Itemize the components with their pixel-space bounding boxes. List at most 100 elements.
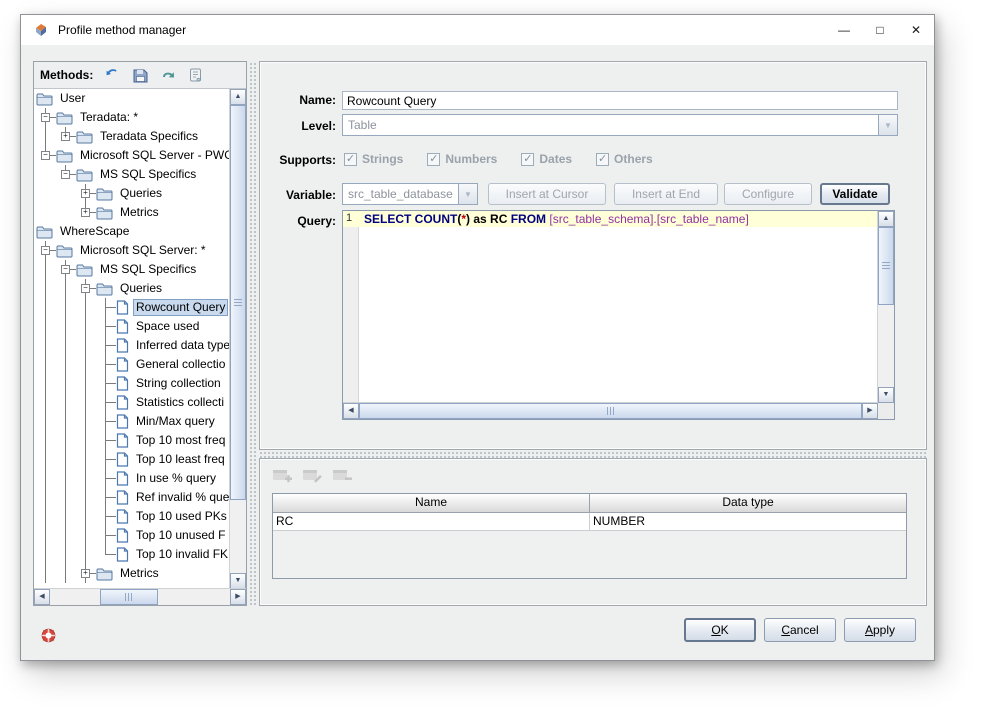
scrollbar-thumb[interactable] [359, 403, 862, 419]
tree-item[interactable]: + Teradata Specifics [34, 127, 230, 146]
insert-at-end-button[interactable]: Insert at End [614, 183, 718, 205]
supports-option: ✓ Strings [344, 152, 403, 166]
tree-guide [36, 564, 56, 583]
tree-item[interactable]: Top 10 unused F [34, 526, 230, 545]
tree-item[interactable]: − Microsoft SQL Server: * [34, 241, 230, 260]
tree-item[interactable]: − MS SQL Specifics [34, 260, 230, 279]
minimize-button[interactable]: — [826, 15, 862, 45]
help-icon[interactable] [39, 626, 58, 645]
split-divider-horizontal[interactable] [259, 451, 927, 458]
remove-column-button[interactable] [332, 468, 354, 485]
tree-item[interactable]: WhereScape [34, 222, 230, 241]
tree-item[interactable]: Inferred data type [34, 336, 230, 355]
table-row[interactable]: RC NUMBER [273, 513, 906, 531]
tree-item[interactable]: Statistics collecti [34, 393, 230, 412]
tree-guide [36, 526, 56, 545]
tree-item[interactable]: Top 10 most freq [34, 431, 230, 450]
scroll-up-button[interactable]: ▲ [878, 211, 894, 227]
scroll-up-button[interactable]: ▲ [230, 89, 246, 105]
expand-handle[interactable]: + [61, 132, 70, 141]
tree-item[interactable]: Top 10 used PKs [34, 507, 230, 526]
save-button[interactable] [131, 66, 149, 84]
query-editor[interactable]: 1 SELECT COUNT(*) as RC FROM [src_table_… [342, 210, 895, 420]
collapse-handle[interactable]: − [41, 113, 50, 122]
undo-button[interactable] [159, 66, 177, 84]
tree-elbow: − [56, 165, 76, 184]
expand-handle[interactable]: + [81, 208, 90, 217]
collapse-handle[interactable]: − [81, 284, 90, 293]
maximize-button[interactable]: □ [862, 15, 898, 45]
tree-item[interactable]: Top 10 invalid FK [34, 545, 230, 564]
collapse-handle[interactable]: − [41, 246, 50, 255]
column-header[interactable]: Name [273, 494, 590, 512]
scroll-down-button[interactable]: ▼ [230, 573, 246, 589]
tree-item[interactable]: Space used [34, 317, 230, 336]
name-input[interactable] [342, 91, 898, 110]
tree-guide [76, 469, 96, 488]
folder-icon [76, 169, 93, 181]
table-cell: NUMBER [593, 514, 646, 528]
expand-handle[interactable]: + [81, 189, 90, 198]
checkbox[interactable]: ✓ [344, 152, 357, 166]
tree-item[interactable]: Rowcount Query [34, 298, 230, 317]
insert-at-cursor-button[interactable]: Insert at Cursor [488, 183, 606, 205]
document-icon [116, 414, 129, 429]
level-select[interactable]: Table ▼ [342, 114, 898, 136]
remove-icon [333, 470, 352, 480]
refresh-button[interactable] [103, 66, 121, 84]
tree-elbow: + [56, 127, 76, 146]
validate-button[interactable]: Validate [820, 183, 890, 205]
tree-item[interactable]: Top 10 least freq [34, 450, 230, 469]
tree-item[interactable]: Ref invalid % que [34, 488, 230, 507]
column-header[interactable]: Data type [590, 494, 906, 512]
collapse-handle[interactable]: − [41, 151, 50, 160]
checkbox[interactable]: ✓ [596, 152, 610, 166]
close-button[interactable]: ✕ [898, 15, 934, 45]
tree-item[interactable]: − Queries [34, 279, 230, 298]
tree-vertical-scrollbar[interactable]: ▲ ▼ [229, 89, 246, 589]
edit-column-button[interactable] [302, 468, 324, 485]
scrollbar-thumb[interactable] [878, 227, 894, 305]
tree-item[interactable]: String collection [34, 374, 230, 393]
scroll-left-button[interactable]: ◀ [34, 589, 50, 605]
checkbox[interactable]: ✓ [521, 152, 535, 166]
split-divider-vertical[interactable] [248, 61, 258, 606]
tree-elbow [96, 393, 116, 412]
tree-item[interactable]: Min/Max query [34, 412, 230, 431]
tree-item[interactable]: − MS SQL Specifics [34, 165, 230, 184]
tree-item-label: Microsoft SQL Server: * [80, 243, 206, 257]
tree-item[interactable]: − Teradata: * [34, 108, 230, 127]
scroll-right-button[interactable]: ▶ [862, 403, 878, 419]
scrollbar-thumb[interactable] [100, 589, 158, 605]
expand-handle[interactable]: + [81, 569, 90, 578]
editor-vertical-scrollbar[interactable]: ▲ ▼ [877, 211, 894, 403]
profile-method-manager-window: Profile method manager — □ ✕ Methods: Us… [20, 14, 935, 661]
tree-guide [36, 317, 56, 336]
tree-item[interactable]: In use % query [34, 469, 230, 488]
tree-item-label: Ref invalid % que [136, 490, 230, 504]
scroll-right-button[interactable]: ▶ [230, 589, 246, 605]
collapse-handle[interactable]: − [61, 265, 70, 274]
cancel-button[interactable]: Cancel [764, 618, 836, 642]
checkbox[interactable]: ✓ [427, 152, 441, 166]
scroll-left-button[interactable]: ◀ [343, 403, 359, 419]
tree-item[interactable]: General collectio [34, 355, 230, 374]
configure-button[interactable]: Configure [724, 183, 812, 205]
tree-item[interactable]: − Microsoft SQL Server - PWG [34, 146, 230, 165]
scrollbar-thumb[interactable] [230, 105, 246, 500]
tree-item[interactable]: + Queries [34, 184, 230, 203]
tree-item[interactable]: + Metrics [34, 564, 230, 583]
tree-horizontal-scrollbar[interactable]: ◀ ▶ [34, 588, 246, 605]
variable-select[interactable]: src_table_database ▼ [342, 183, 478, 205]
add-column-button[interactable] [272, 468, 294, 485]
tree-item[interactable]: User [34, 89, 230, 108]
scroll-down-button[interactable]: ▼ [878, 387, 894, 403]
tree-item-label: In use % query [136, 471, 217, 485]
ok-button[interactable]: OK [684, 618, 756, 642]
apply-button[interactable]: Apply [844, 618, 916, 642]
tree-item[interactable]: + Metrics [34, 203, 230, 222]
collapse-handle[interactable]: − [61, 170, 70, 179]
editor-horizontal-scrollbar[interactable]: ◀ ▶ [343, 402, 878, 419]
titlebar[interactable]: Profile method manager — □ ✕ [21, 15, 934, 45]
script-button[interactable] [187, 66, 205, 84]
